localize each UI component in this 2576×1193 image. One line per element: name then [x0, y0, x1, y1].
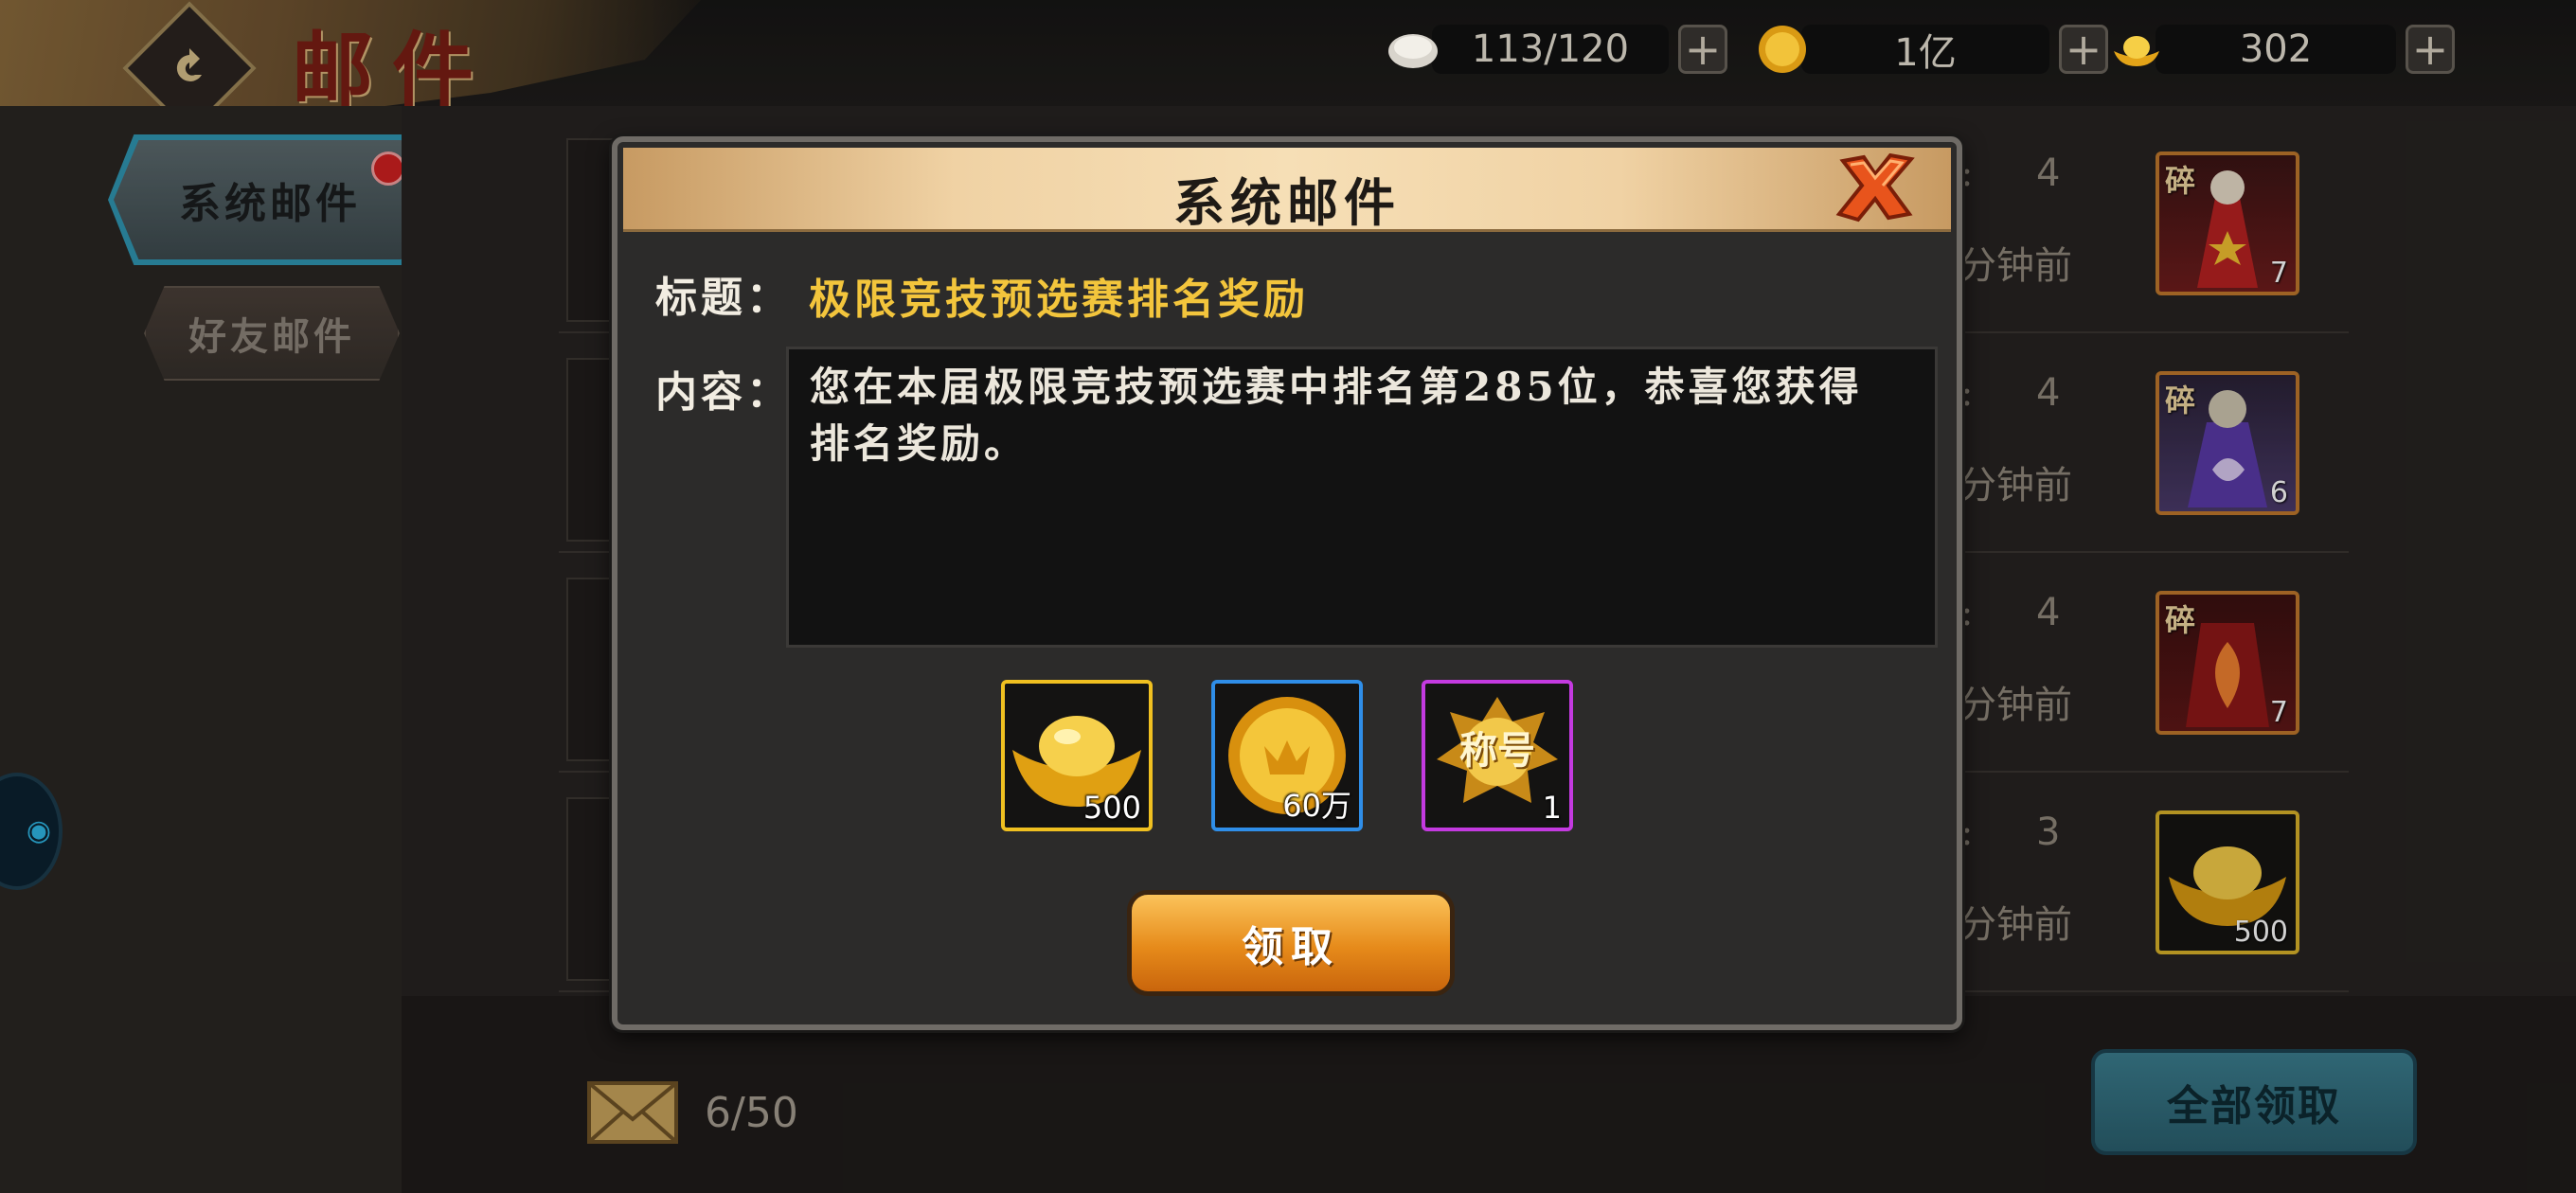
claim-button[interactable]: 领取: [1127, 890, 1455, 996]
reward-quantity: 60万: [1282, 788, 1351, 824]
badge-text: 称号: [1459, 728, 1535, 773]
dialog-header: 系统邮件: [623, 148, 1951, 233]
content-box: 您在本届极限竞技预选赛中排名第285位，恭喜您获得 排名奖励。: [786, 347, 1938, 648]
dialog-title: 系统邮件: [1173, 172, 1401, 233]
close-icon[interactable]: [1835, 151, 1915, 223]
mail-subject: 极限竞技预选赛排名奖励: [809, 276, 1309, 324]
content-label: 内容：: [655, 368, 792, 417]
subject-label: 标题：: [655, 274, 792, 322]
system-mail-dialog: 系统邮件 标题： 极限竞技预选赛排名奖励 内容： 您在本届极限竞技预选赛中排名第…: [612, 136, 1962, 1030]
reward-quantity: 500: [1082, 790, 1141, 826]
mail-content: 您在本届极限竞技预选赛中排名第285位，恭喜您获得 排名奖励。: [810, 364, 1863, 467]
reward-list: 500 60万 称号 1: [617, 680, 1957, 831]
stamina-icon: [1388, 34, 1438, 68]
coin-icon: [1759, 26, 1806, 73]
reward-item-gold-ingot[interactable]: 500: [1001, 680, 1153, 831]
reward-quantity: 1: [1542, 790, 1562, 826]
reward-item-coin[interactable]: 60万: [1211, 680, 1363, 831]
reward-item-title-badge[interactable]: 称号 1: [1422, 680, 1573, 831]
gold-ingot-icon: [2114, 36, 2159, 66]
